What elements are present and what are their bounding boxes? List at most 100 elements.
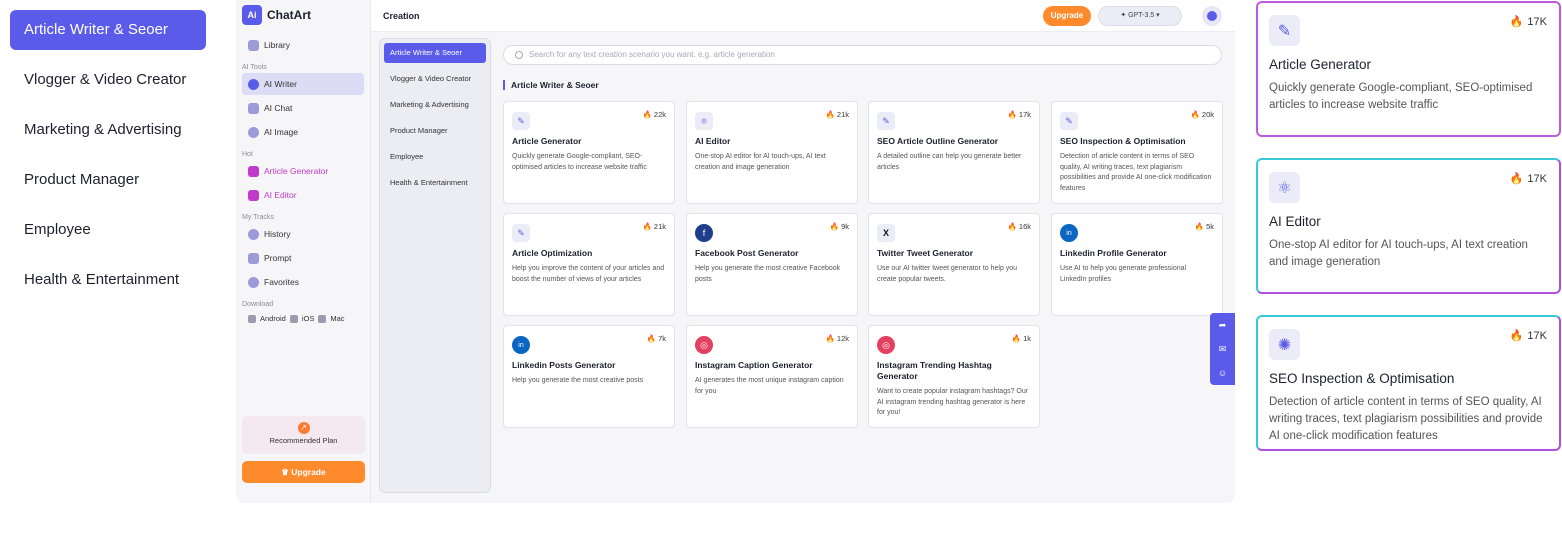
edit-doc-icon: ✎ xyxy=(1269,15,1300,46)
category-health[interactable]: Health & Entertainment xyxy=(384,173,486,193)
book-icon xyxy=(248,39,259,51)
category-panel: Article Writer & Seoer Vlogger & Video C… xyxy=(379,38,491,493)
sidebar-item-history[interactable]: History xyxy=(242,223,364,245)
sidebar-item-label: History xyxy=(264,229,291,239)
fire-icon: 🔥 xyxy=(642,222,652,231)
download-links: Android iOS Mac xyxy=(236,314,370,323)
usage-count: 🔥 17k xyxy=(1007,110,1031,119)
card-description: A detailed outline can help you generate… xyxy=(877,153,1022,171)
sidebar-item-ai-chat[interactable]: AI Chat xyxy=(242,97,364,119)
sidebar-section-hot: Hot xyxy=(242,151,253,158)
share-icon[interactable]: ➦ xyxy=(1219,320,1227,331)
fire-icon: 🔥 xyxy=(829,222,840,231)
tool-card[interactable]: ✎ 🔥 21k Article Optimization Help you imp… xyxy=(503,213,675,316)
prompt-icon xyxy=(248,252,259,264)
big-category-health[interactable]: Health & Entertainment xyxy=(10,260,206,300)
sidebar-item-label: AI Writer xyxy=(264,79,297,89)
atom-icon: ⚛ xyxy=(695,112,713,130)
big-category-article-writer[interactable]: Article Writer & Seoer xyxy=(10,10,206,50)
download-ios[interactable]: iOS xyxy=(302,314,315,323)
edit-doc-icon: ✎ xyxy=(1060,112,1078,130)
card-title: Twitter Tweet Generator xyxy=(877,248,974,258)
card-title: AI Editor xyxy=(695,136,731,146)
sidebar-upgrade-button[interactable]: ♛ Upgrade xyxy=(242,461,365,483)
big-category-employee[interactable]: Employee xyxy=(10,210,206,250)
usage-count: 🔥 5k xyxy=(1194,222,1214,231)
category-vlogger[interactable]: Vlogger & Video Creator xyxy=(384,69,486,89)
download-android[interactable]: Android xyxy=(260,314,286,323)
edit-doc-icon: ✎ xyxy=(512,112,530,130)
card-title: Instagram Caption Generator xyxy=(695,360,813,370)
sidebar-item-label: Prompt xyxy=(264,253,292,263)
sidebar-item-prompt[interactable]: Prompt xyxy=(242,247,364,269)
big-category-marketing[interactable]: Marketing & Advertising xyxy=(10,110,206,150)
facebook-icon: f xyxy=(695,224,713,242)
tool-card[interactable]: in 🔥 7k Linkedin Posts Generator Help you… xyxy=(503,325,675,428)
card-description: Use AI to help you generate professional… xyxy=(1060,265,1187,283)
big-category-list: Article Writer & Seoer Vlogger & Video C… xyxy=(10,10,206,310)
card-title: Article Generator xyxy=(1269,57,1372,72)
brand-name: ChatArt xyxy=(267,8,311,22)
app-window: Ai ChatArt Library AI Tools AI Writer AI… xyxy=(236,0,1235,503)
star-icon xyxy=(248,276,259,288)
discord-icon[interactable]: ☺ xyxy=(1218,368,1227,378)
usage-count: 🔥 20k xyxy=(1190,110,1214,119)
sidebar-item-ai-image[interactable]: AI Image xyxy=(242,121,364,143)
category-employee[interactable]: Employee xyxy=(384,147,486,167)
brand-logo[interactable]: Ai ChatArt xyxy=(236,0,370,30)
big-category-product-manager[interactable]: Product Manager xyxy=(10,160,206,200)
fire-icon: 🔥 xyxy=(1194,222,1205,231)
floating-action-bar: ➦ ✉ ☺ xyxy=(1210,313,1235,385)
sidebar-item-hot-article[interactable]: Article Generator xyxy=(242,160,364,182)
edit-doc-icon xyxy=(248,165,259,177)
card-title: SEO Inspection & Optimisation xyxy=(1060,136,1186,146)
card-title: Article Generator xyxy=(512,136,582,146)
card-title: SEO Article Outline Generator xyxy=(877,136,999,146)
fire-icon: 🔥 xyxy=(825,110,835,119)
tool-card[interactable]: ⚛ 🔥 21k AI Editor One-stop AI editor for … xyxy=(686,101,858,204)
featured-card[interactable]: ✎ 🔥 17K Article Generator Quickly generat… xyxy=(1256,1,1561,137)
fire-icon: 🔥 xyxy=(1509,16,1524,28)
card-title: Linkedin Profile Generator xyxy=(1060,248,1167,258)
featured-card[interactable]: ⚛ 🔥 17K AI Editor One-stop AI editor for … xyxy=(1256,158,1561,294)
atom-icon xyxy=(248,189,259,201)
sidebar-item-hot-editor[interactable]: AI Editor xyxy=(242,184,364,206)
card-description: Use our AI twitter tweet generator to he… xyxy=(877,265,1018,283)
category-article-writer[interactable]: Article Writer & Seoer xyxy=(384,43,486,63)
search-input[interactable]: Search for any text creation scenario yo… xyxy=(503,45,1222,65)
sidebar-item-ai-writer[interactable]: AI Writer xyxy=(242,73,364,95)
featured-card[interactable]: ✺ 🔥 17K SEO Inspection & Optimisation Det… xyxy=(1256,315,1561,451)
mail-icon[interactable]: ✉ xyxy=(1219,344,1227,355)
tool-card[interactable]: f 🔥 9k Facebook Post Generator Help you g… xyxy=(686,213,858,316)
recommended-plan[interactable]: ↗ Recommended Plan xyxy=(242,416,365,454)
tool-card[interactable]: in 🔥 5k Linkedin Profile Generator Use AI… xyxy=(1051,213,1223,316)
sidebar-item-library[interactable]: Library xyxy=(242,34,364,56)
android-icon xyxy=(248,314,256,323)
sidebar-item-favorites[interactable]: Favorites xyxy=(242,271,364,293)
sidebar-upgrade-label: Upgrade xyxy=(291,467,326,477)
logo-icon: Ai xyxy=(242,5,262,25)
usage-count: 🔥 12k xyxy=(825,334,849,343)
avatar[interactable] xyxy=(1202,6,1222,26)
category-product-manager[interactable]: Product Manager xyxy=(384,121,486,141)
tool-card[interactable]: ✎ 🔥 17k SEO Article Outline Generator A d… xyxy=(868,101,1040,204)
tool-card[interactable]: ◎ 🔥 12k Instagram Caption Generator AI ge… xyxy=(686,325,858,428)
sidebar-item-label: AI Chat xyxy=(264,103,293,113)
sidebar-section-tracks: My Tracks xyxy=(242,214,274,221)
tool-card[interactable]: ✎ 🔥 20k SEO Inspection & Optimisation Det… xyxy=(1051,101,1223,204)
category-marketing[interactable]: Marketing & Advertising xyxy=(384,95,486,115)
edit-doc-icon: ✎ xyxy=(877,112,895,130)
tool-card[interactable]: ◎ 🔥 1k Instagram Trending Hashtag Generat… xyxy=(868,325,1040,428)
fire-icon: 🔥 xyxy=(642,110,652,119)
card-title: AI Editor xyxy=(1269,214,1321,229)
big-category-vlogger[interactable]: Vlogger & Video Creator xyxy=(10,60,206,100)
usage-count: 🔥 17K xyxy=(1509,16,1547,28)
card-title: Instagram Trending Hashtag Generator xyxy=(877,360,992,381)
model-selector[interactable]: ✦ GPT-3.5 ▾ xyxy=(1098,6,1182,26)
fire-icon: 🔥 xyxy=(646,334,657,343)
tool-card[interactable]: X 🔥 16k Twitter Tweet Generator Use our A… xyxy=(868,213,1040,316)
download-mac[interactable]: Mac xyxy=(330,314,344,323)
upgrade-button[interactable]: Upgrade xyxy=(1043,6,1091,26)
user-icon xyxy=(1207,11,1217,21)
tool-card[interactable]: ✎ 🔥 22k Article Generator Quickly generat… xyxy=(503,101,675,204)
